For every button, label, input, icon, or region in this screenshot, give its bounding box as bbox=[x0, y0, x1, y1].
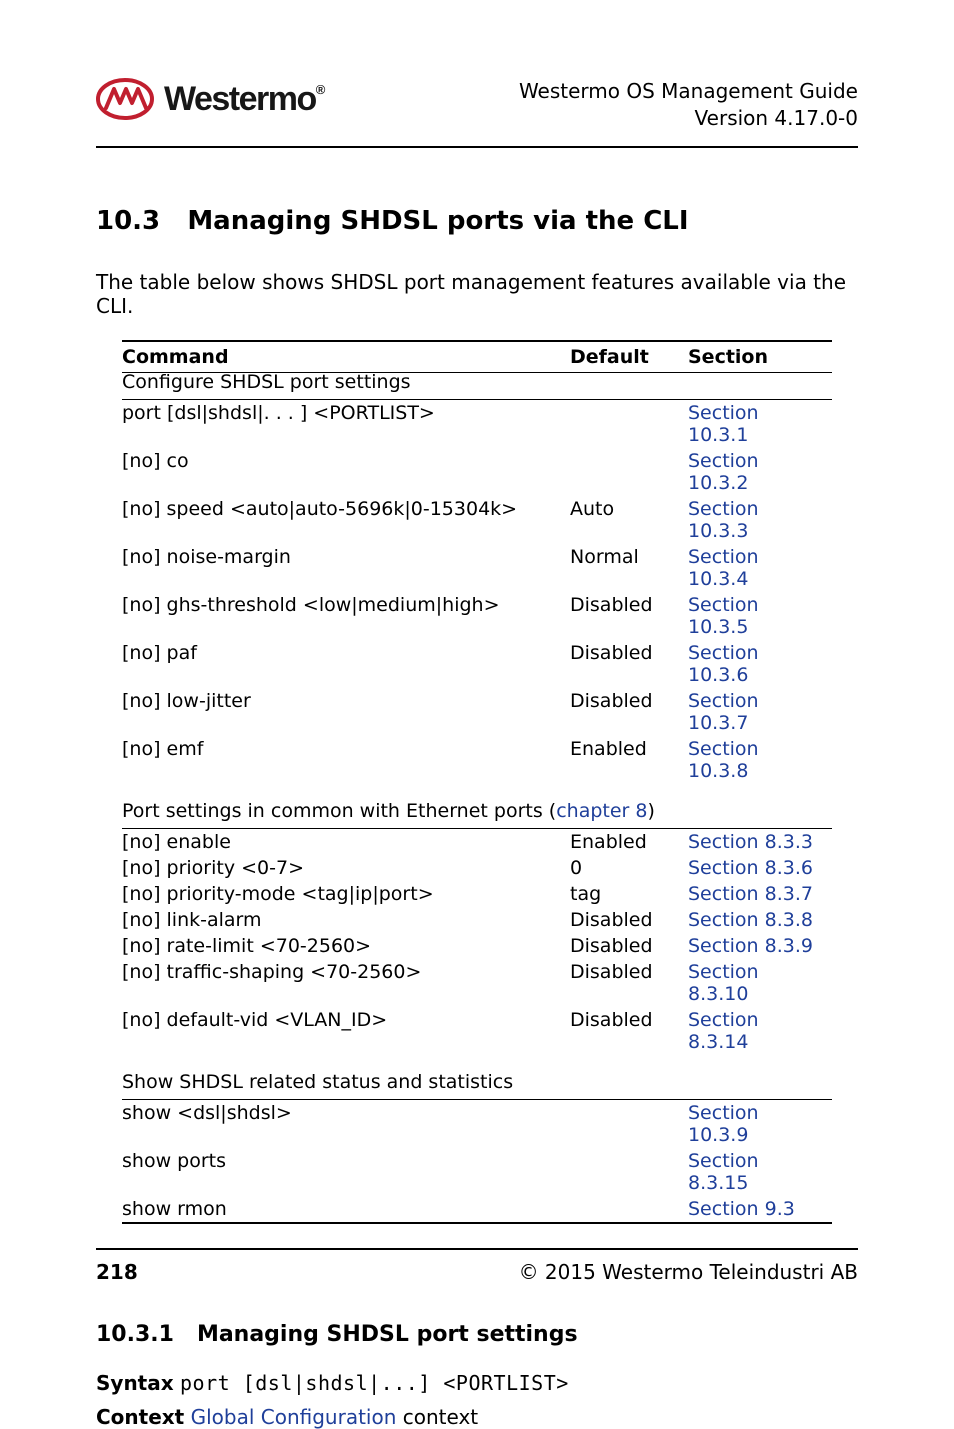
context-link[interactable]: Global Configuration bbox=[191, 1405, 397, 1429]
header-divider bbox=[96, 146, 858, 148]
section-link[interactable]: Section 10.3.9 bbox=[688, 1102, 759, 1146]
chapter-link[interactable]: chapter 8 bbox=[556, 800, 647, 822]
table-row: port [dsl|shdsl|. . . ] <PORTLIST> Secti… bbox=[122, 400, 832, 449]
th-default: Default bbox=[570, 341, 688, 373]
table-row: [no] default-vid <VLAN_ID> Disabled Sect… bbox=[122, 1007, 832, 1055]
th-command: Command bbox=[122, 341, 570, 373]
section-link[interactable]: Section 10.3.7 bbox=[688, 690, 759, 734]
section-intro: The table below shows SHDSL port managem… bbox=[96, 270, 858, 318]
table-row: [no] emf Enabled Section 10.3.8 bbox=[122, 736, 832, 784]
context-tail: context bbox=[396, 1405, 478, 1429]
section-link[interactable]: Section 8.3.7 bbox=[688, 883, 813, 905]
page-footer: 218 © 2015 Westermo Teleindustri AB bbox=[96, 1248, 858, 1284]
table-row: [no] low-jitter Disabled Section 10.3.7 bbox=[122, 688, 832, 736]
section-link[interactable]: Section 10.3.1 bbox=[688, 402, 759, 446]
section-link[interactable]: Section 8.3.10 bbox=[688, 961, 759, 1005]
group3-header: Show SHDSL related status and statistics bbox=[122, 1073, 832, 1100]
table-row: [no] speed <auto|auto-5696k|0-15304k> Au… bbox=[122, 496, 832, 544]
table-row: [no] rate-limit <70-2560> Disabled Secti… bbox=[122, 933, 832, 959]
header-meta: Westermo OS Management Guide Version 4.1… bbox=[519, 78, 858, 132]
table-row: [no] enable Enabled Section 8.3.3 bbox=[122, 829, 832, 856]
section-link[interactable]: Section 8.3.8 bbox=[688, 909, 813, 931]
table-row: show <dsl|shdsl> Section 10.3.9 bbox=[122, 1100, 832, 1149]
syntax-line: Syntax port [dsl|shdsl|...] <PORTLIST> bbox=[96, 1371, 858, 1395]
section-link[interactable]: Section 10.3.8 bbox=[688, 738, 759, 782]
table-row: show rmon Section 9.3 bbox=[122, 1196, 832, 1223]
table-row: [no] traffic-shaping <70-2560> Disabled … bbox=[122, 959, 832, 1007]
westermo-mark-icon bbox=[96, 78, 154, 120]
subsection-number: 10.3.1 bbox=[96, 1322, 174, 1347]
table-row: [no] ghs-threshold <low|medium|high> Dis… bbox=[122, 592, 832, 640]
section-link[interactable]: Section 8.3.3 bbox=[688, 831, 813, 853]
header-bar: Westermo® Westermo OS Management Guide V… bbox=[96, 78, 858, 132]
table-row: show ports Section 8.3.15 bbox=[122, 1148, 832, 1196]
brand-name: Westermo® bbox=[164, 80, 324, 119]
section-number: 10.3 bbox=[96, 206, 160, 236]
section-link[interactable]: Section 10.3.3 bbox=[688, 498, 759, 542]
context-line: Context Global Configuration context bbox=[96, 1405, 858, 1429]
table-row: [no] paf Disabled Section 10.3.6 bbox=[122, 640, 832, 688]
section-link[interactable]: Section 10.3.5 bbox=[688, 594, 759, 638]
table-row: [no] link-alarm Disabled Section 8.3.8 bbox=[122, 907, 832, 933]
syntax-label: Syntax bbox=[96, 1371, 174, 1395]
brand-logo: Westermo® bbox=[96, 78, 324, 120]
footer-divider bbox=[96, 1248, 858, 1250]
cli-table: Command Default Section Configure SHDSL … bbox=[122, 340, 832, 1224]
copyright: © 2015 Westermo Teleindustri AB bbox=[519, 1260, 858, 1284]
th-section: Section bbox=[688, 341, 832, 373]
context-label: Context bbox=[96, 1405, 184, 1429]
section-link[interactable]: Section 8.3.15 bbox=[688, 1150, 759, 1194]
guide-title: Westermo OS Management Guide bbox=[519, 78, 858, 105]
section-link[interactable]: Section 8.3.14 bbox=[688, 1009, 759, 1053]
section-link[interactable]: Section 10.3.4 bbox=[688, 546, 759, 590]
table-row: [no] priority <0-7> 0 Section 8.3.6 bbox=[122, 855, 832, 881]
subsection-heading: 10.3.1 Managing SHDSL port settings bbox=[96, 1322, 858, 1347]
section-link[interactable]: Section 8.3.9 bbox=[688, 935, 813, 957]
section-link[interactable]: Section 10.3.6 bbox=[688, 642, 759, 686]
table-row: [no] priority-mode <tag|ip|port> tag Sec… bbox=[122, 881, 832, 907]
table-row: [no] co Section 10.3.2 bbox=[122, 448, 832, 496]
page-number: 218 bbox=[96, 1260, 138, 1284]
group2-header: Port settings in common with Ethernet po… bbox=[122, 802, 832, 829]
syntax-code: port [dsl|shdsl|...] <PORTLIST> bbox=[180, 1371, 569, 1395]
group1-header: Configure SHDSL port settings bbox=[122, 373, 832, 400]
section-link[interactable]: Section 10.3.2 bbox=[688, 450, 759, 494]
section-link[interactable]: Section 8.3.6 bbox=[688, 857, 813, 879]
guide-version: Version 4.17.0-0 bbox=[519, 105, 858, 132]
section-title: Managing SHDSL ports via the CLI bbox=[187, 206, 688, 236]
section-heading: 10.3 Managing SHDSL ports via the CLI bbox=[96, 206, 858, 236]
table-row: [no] noise-margin Normal Section 10.3.4 bbox=[122, 544, 832, 592]
subsection-title: Managing SHDSL port settings bbox=[197, 1322, 578, 1347]
section-link[interactable]: Section 9.3 bbox=[688, 1198, 795, 1220]
